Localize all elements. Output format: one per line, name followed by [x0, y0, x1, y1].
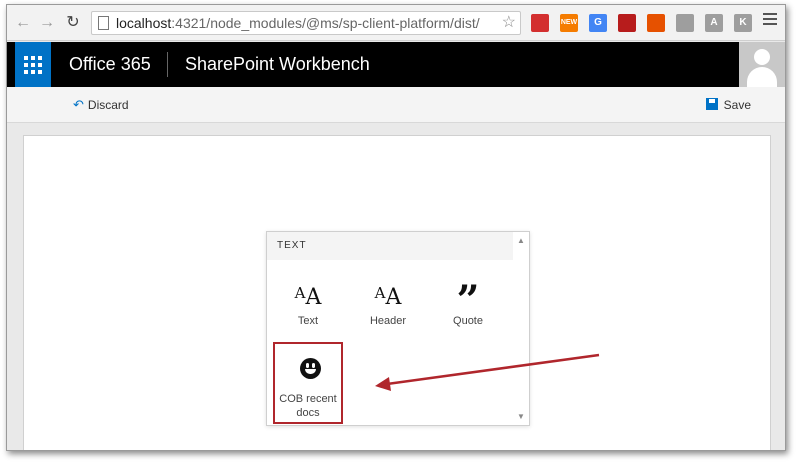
browser-window: ← → ↻ localhost:4321/node_modules/@ms/sp… [6, 4, 786, 451]
annotation-arrow [375, 353, 600, 391]
